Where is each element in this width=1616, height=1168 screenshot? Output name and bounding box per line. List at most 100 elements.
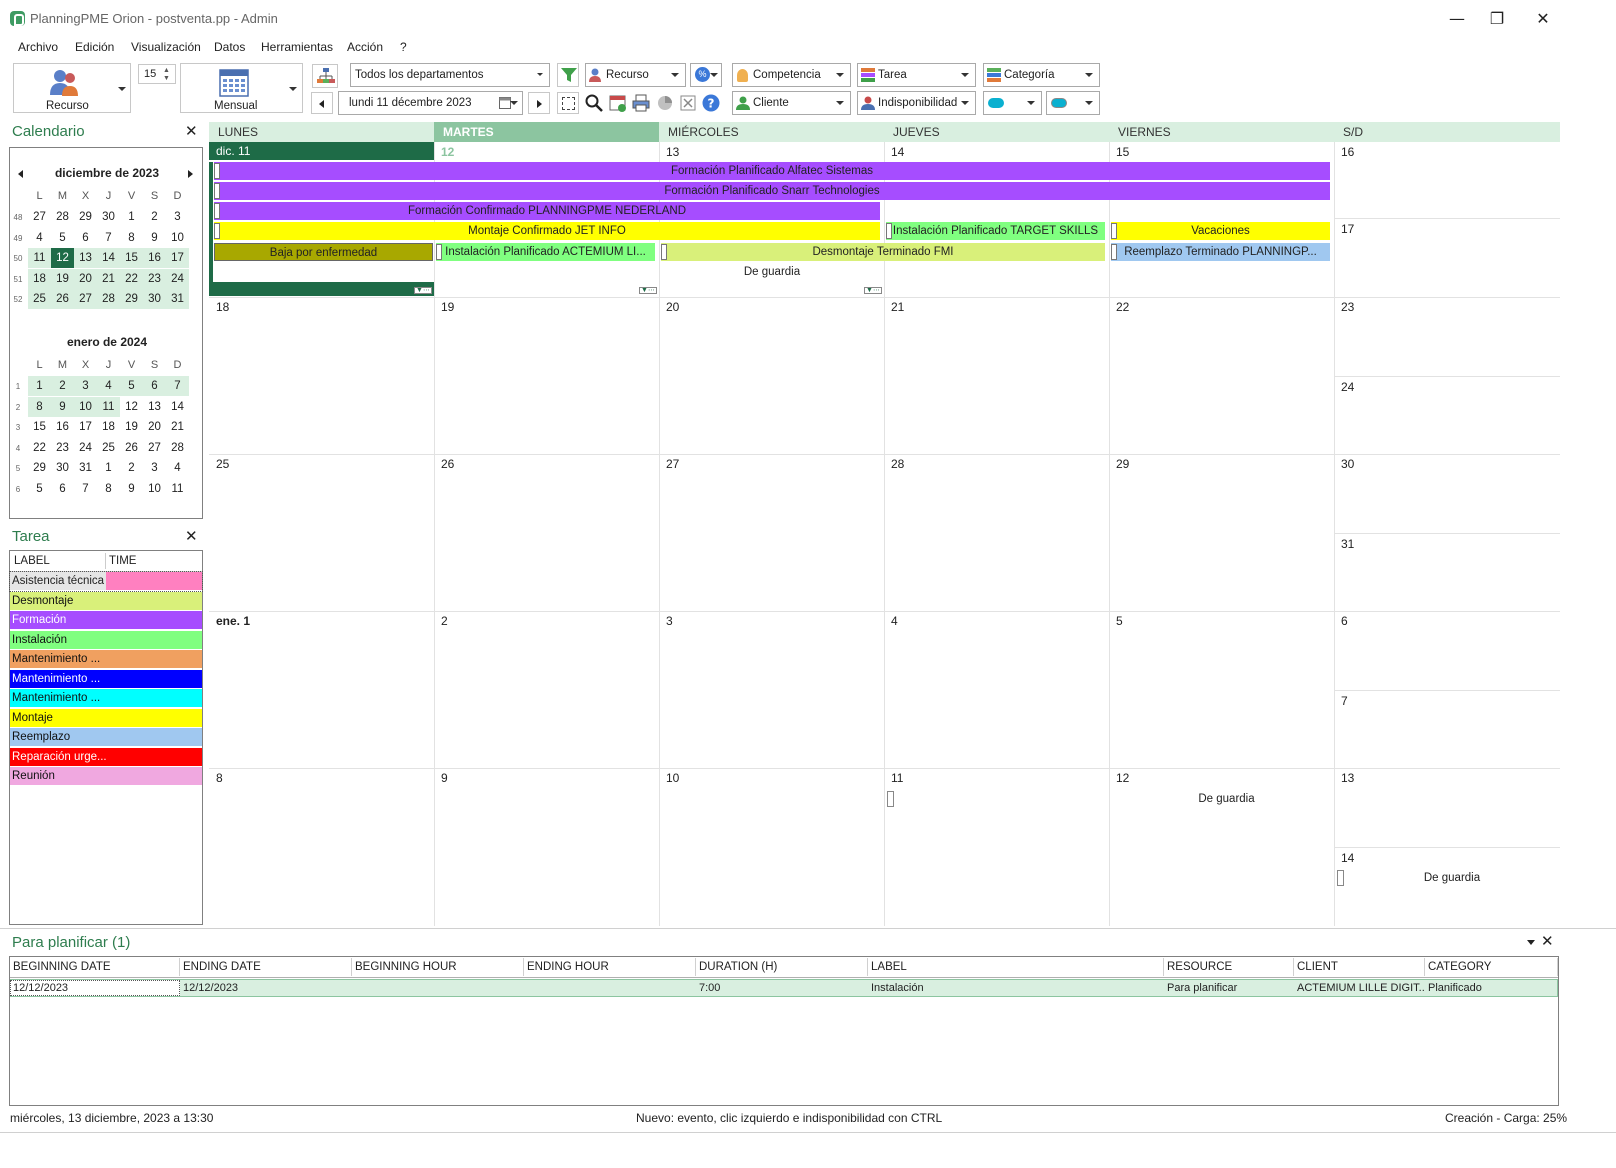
day-number[interactable]: 4 <box>891 614 898 628</box>
select-area-button[interactable] <box>557 92 579 114</box>
task-list-item[interactable]: Reparación urge... <box>10 747 202 767</box>
mini-calendar-day[interactable]: 9 <box>51 396 74 417</box>
mini-calendar-day[interactable]: 29 <box>28 458 51 478</box>
day-number-sunday[interactable]: 31 <box>1341 537 1354 551</box>
day-number-saturday[interactable]: 6 <box>1341 614 1348 628</box>
restore-button[interactable]: ❐ <box>1474 6 1520 32</box>
mini-calendar-day[interactable]: 7 <box>166 376 189 396</box>
mini-calendar-day[interactable]: 8 <box>120 228 143 248</box>
grid-column-header[interactable]: ENDING DATE <box>180 958 352 976</box>
grid-column-header[interactable]: CLIENT <box>1294 958 1425 976</box>
close-calendar-panel-icon[interactable]: ✕ <box>185 122 198 140</box>
indisponibilidad-select[interactable]: Indisponibilidad <box>857 91 976 115</box>
mini-calendar-day[interactable]: 8 <box>28 396 51 417</box>
calendar-event[interactable]: Reemplazo Terminado PLANNINGP... <box>1111 243 1330 261</box>
event-marker[interactable] <box>1337 870 1344 886</box>
task-list-item[interactable]: Instalación <box>10 630 202 650</box>
date-picker[interactable]: lundi 11 décembre 2023 <box>338 91 523 115</box>
day-number-saturday[interactable]: 23 <box>1341 300 1354 314</box>
menu-accion[interactable]: Acción <box>347 40 383 54</box>
day-number[interactable]: 13 <box>666 145 679 159</box>
mini-calendar-day[interactable]: 4 <box>97 376 120 396</box>
day-number[interactable]: 26 <box>441 457 454 471</box>
mini-calendar-day[interactable]: 18 <box>28 268 51 289</box>
mini-calendar-day[interactable]: 1 <box>28 376 51 396</box>
task-list-item[interactable]: Mantenimiento ... <box>10 689 202 708</box>
day-number[interactable]: 14 <box>891 145 904 159</box>
competencia-select[interactable]: Competencia <box>732 63 851 87</box>
day-number[interactable]: 12 <box>441 145 454 159</box>
mini-calendar-day[interactable]: 22 <box>120 268 143 289</box>
day-number-sunday[interactable]: 7 <box>1341 694 1348 708</box>
resource-select[interactable]: Recurso <box>585 63 686 87</box>
cliente-select[interactable]: Cliente <box>732 91 851 115</box>
chevron-down-icon[interactable] <box>118 87 126 91</box>
task-list-item[interactable]: Mantenimiento ... <box>10 650 202 669</box>
mini-calendar-day[interactable]: 21 <box>166 417 189 437</box>
day-number[interactable]: 11 <box>891 771 903 785</box>
day-number[interactable]: 29 <box>1116 457 1129 471</box>
grid-column-header[interactable]: BEGINNING HOUR <box>352 958 524 976</box>
calendar-event[interactable]: Montaje Confirmado JET INFO <box>214 222 880 240</box>
menu-datos[interactable]: Datos <box>214 40 245 54</box>
grid-column-header[interactable]: CATEGORY <box>1425 958 1558 976</box>
mini-calendar-day[interactable]: 27 <box>28 207 51 227</box>
mini-calendar-day[interactable]: 4 <box>166 458 189 478</box>
mini-calendar-day[interactable]: 11 <box>166 479 189 499</box>
day-number[interactable]: dic. 11 <box>209 142 434 160</box>
calendar-event[interactable]: Formación Planificado Snarr Technologies <box>214 182 1330 200</box>
period-mensual-button[interactable]: Mensual <box>180 63 303 113</box>
day-number[interactable]: 27 <box>666 457 679 471</box>
next-date-button[interactable] <box>528 92 550 114</box>
calendar-event[interactable]: Instalación Planificado ACTEMIUM LI... <box>436 243 655 261</box>
mini-calendar-day[interactable]: 28 <box>51 207 74 227</box>
close-task-panel-icon[interactable]: ✕ <box>185 527 198 545</box>
mini-calendar-day[interactable]: 31 <box>166 289 189 309</box>
day-number[interactable]: 18 <box>216 300 229 314</box>
mini-calendar-day[interactable]: 21 <box>97 268 120 289</box>
mini-calendar-day[interactable]: 6 <box>143 376 166 396</box>
mini-calendar-day[interactable]: 5 <box>51 228 74 248</box>
mini-calendar-day[interactable]: 1 <box>120 207 143 227</box>
event-marker[interactable] <box>887 791 894 807</box>
mini-calendar-day[interactable]: 20 <box>74 268 97 289</box>
count-spinner[interactable]: 15 ▲ ▼ <box>138 64 176 84</box>
day-number[interactable]: 15 <box>1116 145 1129 159</box>
department-select[interactable]: Todos los departamentos <box>350 63 550 87</box>
mini-calendar-day[interactable]: 2 <box>143 207 166 227</box>
mini-calendar-day[interactable]: 12 <box>120 397 143 417</box>
day-number[interactable]: 28 <box>891 457 904 471</box>
calendar-event[interactable]: De guardia <box>1344 869 1560 887</box>
more-events-icon[interactable]: ▼⋯ <box>414 287 432 294</box>
day-number-sunday[interactable]: 14 <box>1341 851 1354 865</box>
day-number[interactable]: ene. 1 <box>216 614 250 628</box>
filter-button[interactable] <box>557 63 579 87</box>
calendar-event[interactable]: Formación Planificado Alfatec Sistemas <box>214 162 1330 180</box>
mini-calendar-day[interactable]: 23 <box>51 438 74 458</box>
mini-calendar-day[interactable]: 22 <box>28 438 51 458</box>
mini-calendar-day[interactable]: 25 <box>97 438 120 458</box>
mini-calendar-day[interactable]: 23 <box>143 268 166 289</box>
grid-column-header[interactable]: ENDING HOUR <box>524 958 696 976</box>
day-number[interactable]: 21 <box>891 300 904 314</box>
mini-calendar-day[interactable]: 3 <box>74 376 97 396</box>
menu-help[interactable]: ? <box>400 40 407 54</box>
excel-export-button[interactable] <box>678 93 698 113</box>
more-events-icon[interactable]: ▼⋯ <box>639 287 657 294</box>
task-list-item[interactable]: Montaje <box>10 708 202 728</box>
mini-calendar-day[interactable]: 10 <box>143 479 166 499</box>
calendar-event[interactable]: De guardia <box>1117 790 1336 808</box>
menu-herramientas[interactable]: Herramientas <box>261 40 333 54</box>
categoria-select[interactable]: Categoría <box>983 63 1100 87</box>
mini-calendar-day[interactable]: 12 <box>51 248 74 268</box>
mini-calendar-day[interactable]: 27 <box>143 438 166 458</box>
day-number[interactable]: 22 <box>1116 300 1129 314</box>
mini-calendar-day[interactable]: 28 <box>97 289 120 309</box>
tarea-select[interactable]: Tarea <box>857 63 976 87</box>
percent-select[interactable]: % <box>690 63 722 87</box>
mini-calendar-day[interactable]: 10 <box>166 228 189 248</box>
mini-calendar-day[interactable]: 4 <box>28 228 51 248</box>
mini-calendar-day[interactable]: 30 <box>143 289 166 309</box>
prev-month-icon[interactable] <box>18 170 23 178</box>
grid-column-header[interactable]: DURATION (H) <box>696 958 868 976</box>
